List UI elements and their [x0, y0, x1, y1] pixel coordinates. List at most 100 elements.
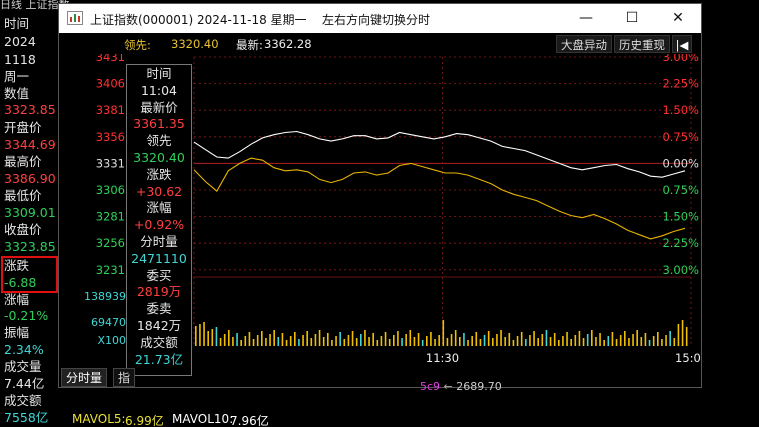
price-lines: [193, 130, 686, 240]
chart-app-icon: [67, 11, 83, 25]
volume-bar: [265, 338, 267, 346]
latest-price-line: [193, 130, 686, 178]
left-value-open: 3344.69: [4, 137, 56, 152]
volume-bar: [450, 334, 453, 346]
latest-value: 3362.28: [264, 37, 312, 51]
volume-bar: [211, 329, 214, 346]
volume-bar: [467, 340, 469, 346]
volume-bar: [281, 333, 284, 346]
left-label-open: 开盘价: [4, 120, 42, 135]
volume-bar: [537, 338, 539, 346]
volume-bar: [223, 334, 226, 346]
volume-bar: [661, 339, 663, 346]
volume-bar: [586, 334, 589, 346]
volume-bar: [376, 340, 379, 346]
close-button[interactable]: ✕: [655, 4, 701, 33]
volume-bar: [397, 331, 399, 346]
title-bar[interactable]: 上证指数(000001) 2024-11-18 星期一 左右方向键切换分时 — …: [59, 4, 701, 33]
back-arrow-icon[interactable]: |◀: [672, 35, 692, 53]
minimize-button[interactable]: —: [563, 4, 609, 33]
bottom-tabs: 分时量 指: [59, 368, 701, 388]
volume-bar: [607, 336, 610, 346]
volume-bar: [203, 322, 205, 346]
volume-bar: [430, 332, 432, 346]
volume-bar: [496, 334, 498, 346]
tip-change-value: +30.62: [135, 183, 183, 199]
volume-bar: [446, 338, 449, 346]
volume-bar: [298, 339, 300, 346]
volume-bar: [669, 331, 671, 346]
y-right-ticks: 3.00% 2.25% 1.50% 0.75% 0.00% 0.75% 1.50% 2.25%…: [662, 54, 699, 277]
y-left-tick-label: 3256: [96, 236, 125, 250]
volume-bar: [273, 330, 275, 346]
volume-bar: [529, 335, 531, 346]
volume-bar: [508, 333, 511, 346]
y-left-tick-label: 3406: [96, 77, 125, 91]
volume-bar: [632, 334, 634, 346]
y-left-tick-label: 3356: [96, 130, 125, 144]
mavol5-value: 6.99亿: [125, 414, 164, 427]
volume-bar: [413, 337, 416, 346]
tip-ask-value: 1842万: [136, 317, 182, 333]
volume-bar: [574, 335, 577, 346]
volume-bar: [657, 332, 659, 346]
volume-bar: [405, 334, 407, 346]
volume-bar: [327, 333, 329, 346]
volume-bar: [294, 332, 296, 346]
volume-bar: [504, 337, 506, 346]
window-hint: 左右方向键切换分时: [322, 13, 431, 27]
volume-bar: [459, 337, 461, 346]
volume-bar: [393, 335, 395, 346]
volume-bar: [360, 334, 362, 346]
left-label-volume: 成交量: [4, 359, 42, 374]
left-value-number: 3323.85: [4, 102, 56, 117]
left-label-change: 涨跌: [4, 258, 30, 273]
volume-bar: [648, 340, 651, 346]
volume-bar: [277, 337, 280, 346]
tip-bid-label: 委买: [146, 267, 172, 283]
volume-bar: [479, 339, 482, 346]
low-marker-glyph: 5c9: [420, 380, 441, 393]
volume-bar: [343, 339, 346, 346]
market-anomaly-button[interactable]: 大盘异动: [556, 35, 612, 53]
volume-bar: [228, 330, 230, 346]
window-title: 上证指数(000001) 2024-11-18 星期一: [90, 13, 307, 27]
volume-bar: [681, 320, 684, 346]
y-left-tick-label: 3306: [96, 183, 125, 197]
y-right-tick-label: 0.75%: [662, 130, 699, 144]
volume-bar: [364, 330, 366, 346]
tip-change-label: 涨跌: [146, 166, 172, 182]
history-replay-button[interactable]: 历史重现: [614, 35, 670, 53]
volume-bar: [624, 331, 626, 346]
volume-bar: [232, 337, 234, 346]
y-left-ticks: 3431 3406 3381 3356 3331 3306 3281 3256 3231: [96, 54, 125, 277]
volume-bar: [558, 340, 560, 346]
left-label-amplitude: 振幅: [4, 325, 30, 340]
volume-bar: [566, 332, 568, 346]
maximize-button[interactable]: ☐: [609, 4, 655, 33]
volume-bar: [421, 340, 424, 346]
volume-bar: [199, 324, 201, 346]
volume-ticks: 138939 69470 X100: [84, 290, 126, 347]
volume-bar: [578, 331, 581, 346]
y-right-tick-label: 1.50%: [662, 103, 699, 117]
volume-bar: [401, 338, 403, 346]
volume-bar: [285, 340, 288, 346]
tab-index[interactable]: 指: [113, 368, 136, 387]
tip-volume-value: 2471110: [131, 250, 187, 266]
volume-bar: [549, 337, 552, 346]
volume-bar: [289, 336, 292, 346]
tab-intraday-volume[interactable]: 分时量: [61, 368, 108, 387]
volume-bar: [240, 340, 242, 346]
volume-bar: [335, 336, 337, 346]
volume-bar: [525, 339, 527, 346]
volume-bar: [306, 331, 308, 346]
mavol10-value: 7.96亿: [230, 414, 269, 427]
volume-bar: [562, 336, 564, 346]
volume-bar: [318, 330, 321, 346]
volume-bar: [628, 338, 630, 346]
volume-bar: [417, 333, 420, 346]
left-value-volume: 7.44亿: [4, 376, 45, 391]
volume-bar: [463, 333, 465, 346]
volume-bar: [475, 332, 478, 346]
